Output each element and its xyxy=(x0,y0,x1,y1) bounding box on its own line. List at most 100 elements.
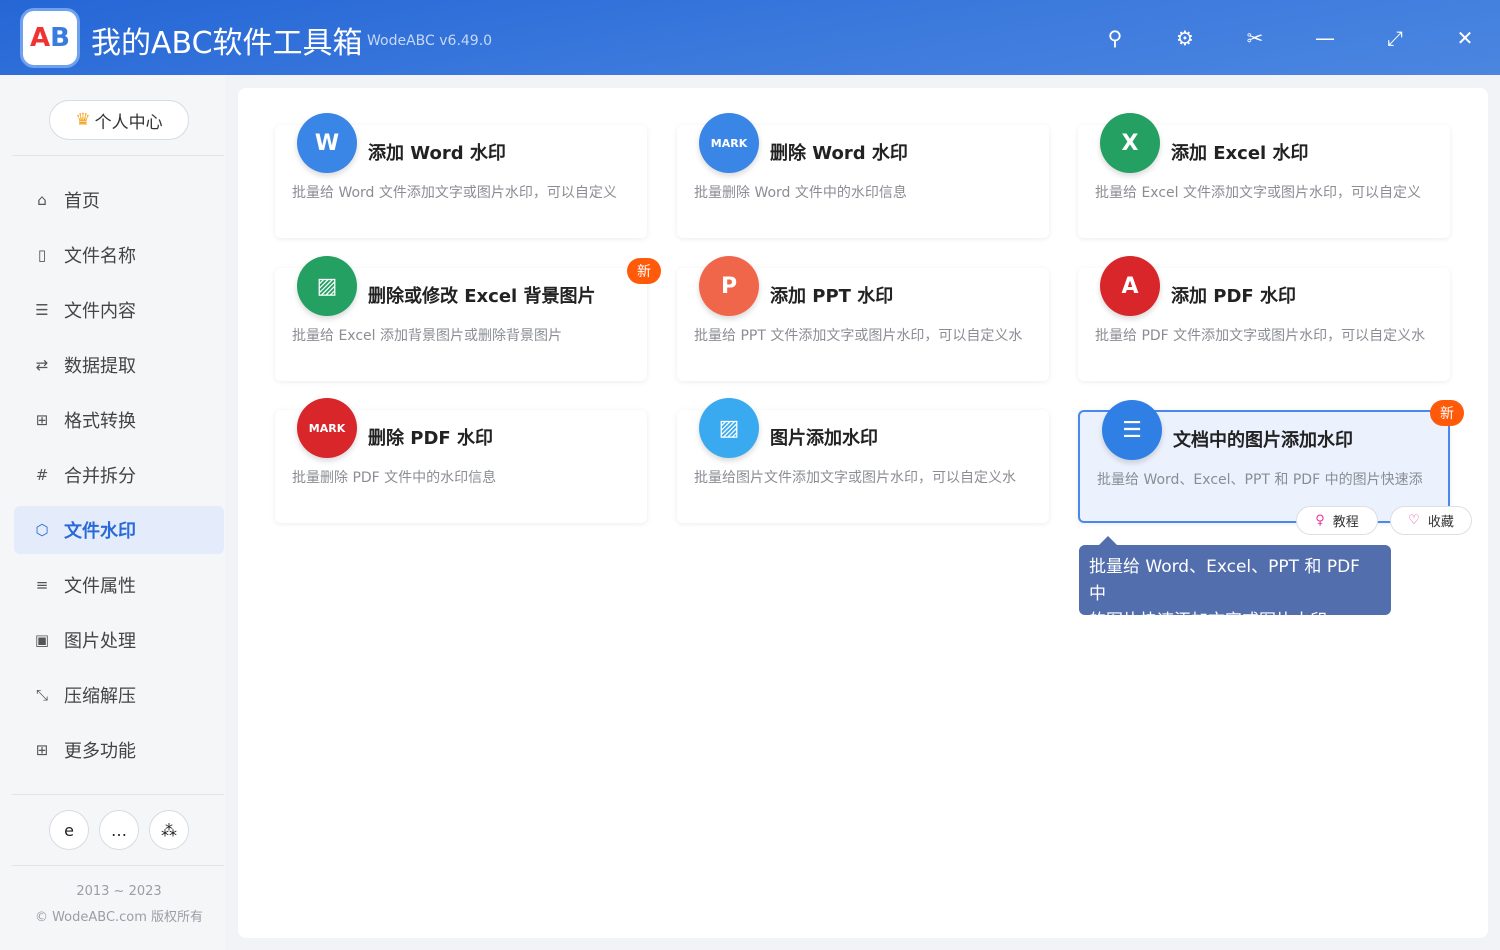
heart-icon: ♡ xyxy=(1408,513,1420,528)
tool-description: 批量给 Word 文件添加文字或图片水印，可以自定义 xyxy=(292,185,617,201)
compress-icon: ⤡ xyxy=(35,686,48,704)
tool-icon: ☰ xyxy=(1102,400,1162,460)
sidebar-item[interactable]: ⬡ 文件水印 xyxy=(14,506,224,554)
tool-description: 批量删除 PDF 文件中的水印信息 xyxy=(292,470,497,486)
sidebar-item[interactable]: ⊞ 更多功能 xyxy=(14,726,224,774)
copyright-years: 2013 ~ 2023 xyxy=(76,884,162,899)
sidebar-item[interactable]: ⇄ 数据提取 xyxy=(14,341,224,389)
more-icon: ⊞ xyxy=(35,741,49,759)
sidebar-item-label: 压缩解压 xyxy=(64,686,136,707)
chat-icon[interactable]: … xyxy=(99,810,139,850)
tool-icon: P xyxy=(699,256,759,316)
tool-card[interactable]: P 添加 PPT 水印 批量给 PPT 文件添加文字或图片水印，可以自定义水 xyxy=(677,256,1049,381)
tool-card[interactable]: W 添加 Word 水印 批量给 Word 文件添加文字或图片水印，可以自定义 xyxy=(275,113,647,238)
title-bar: AB 我的ABC软件工具箱 WodeABC v6.49.0 ⚲ ⚙ ✂ — ⤢ … xyxy=(0,0,1500,75)
sidebar-item[interactable]: # 合并拆分 xyxy=(14,451,224,499)
tool-icon: X xyxy=(1100,113,1160,173)
sidebar-item-label: 合并拆分 xyxy=(64,466,136,487)
sidebar-item[interactable]: ⤡ 压缩解压 xyxy=(14,671,224,719)
data-extract-icon: ⇄ xyxy=(35,356,49,374)
lightbulb-icon: ♀ xyxy=(1315,513,1325,528)
app-version: WodeABC v6.49.0 xyxy=(367,33,493,49)
favorite-button[interactable]: ♡ 收藏 xyxy=(1390,506,1472,535)
app-title: 我的ABC软件工具箱 xyxy=(91,26,363,61)
tool-card[interactable]: A 添加 PDF 水印 批量给 PDF 文件添加文字或图片水印，可以自定义水 xyxy=(1078,256,1450,381)
tool-card[interactable]: ▨ 图片添加水印 批量给图片文件添加文字或图片水印，可以自定义水 xyxy=(677,398,1049,523)
tutorial-label: 教程 xyxy=(1332,515,1359,530)
file-properties-icon: ≡ xyxy=(35,576,49,594)
sidebar-item[interactable]: ▣ 图片处理 xyxy=(14,616,224,664)
search-icon[interactable]: ⚲ xyxy=(1101,24,1129,52)
tool-title: 添加 PDF 水印 xyxy=(1171,286,1296,307)
tool-icon: ▨ xyxy=(297,256,357,316)
tool-icon: MARK xyxy=(699,113,759,173)
tool-icon: ▨ xyxy=(699,398,759,458)
tooltip-line: 批量给 Word、Excel、PPT 和 PDF 中 xyxy=(1089,557,1360,604)
sidebar-item-label: 文件水印 xyxy=(64,521,136,542)
user-center-button[interactable]: ♛ 个人中心 xyxy=(49,100,189,140)
file-content-icon: ☰ xyxy=(35,301,49,319)
tooltip-line: 的图片快速添加文字或图片水印 xyxy=(1089,611,1327,631)
sidebar-item[interactable]: ⌂ 首页 xyxy=(14,176,224,224)
tool-description: 批量给 Word、Excel、PPT 和 PDF 中的图片快速添 xyxy=(1097,472,1423,488)
sidebar-item[interactable]: ☰ 文件内容 xyxy=(14,286,224,334)
tool-icon: MARK xyxy=(297,398,357,458)
tool-icon: W xyxy=(297,113,357,173)
tool-title: 删除 PDF 水印 xyxy=(368,428,493,449)
app-logo: AB xyxy=(20,8,80,68)
crown-icon: ♛ xyxy=(75,110,91,130)
tool-title: 添加 Excel 水印 xyxy=(1171,143,1309,164)
sidebar-item-label: 图片处理 xyxy=(64,631,136,652)
maximize-icon[interactable]: ⤢ xyxy=(1381,24,1409,52)
tool-card[interactable]: ▨ 删除或修改 Excel 背景图片 批量给 Excel 添加背景图片或删除背景… xyxy=(275,256,647,381)
tool-description: 批量给 PPT 文件添加文字或图片水印，可以自定义水 xyxy=(694,328,1023,344)
tool-card[interactable]: ☰ 文档中的图片添加水印 批量给 Word、Excel、PPT 和 PDF 中的… xyxy=(1078,400,1450,523)
tool-description: 批量删除 Word 文件中的水印信息 xyxy=(694,185,907,201)
tool-description: 批量给 Excel 添加背景图片或删除背景图片 xyxy=(292,328,562,344)
home-icon: ⌂ xyxy=(37,191,47,209)
tool-description: 批量给 PDF 文件添加文字或图片水印，可以自定义水 xyxy=(1095,328,1426,344)
new-badge: 新 xyxy=(627,258,661,284)
tool-title: 文档中的图片添加水印 xyxy=(1173,430,1353,451)
sidebar-item[interactable]: ≡ 文件属性 xyxy=(14,561,224,609)
gear-icon[interactable]: ⚙ xyxy=(1171,24,1199,52)
sidebar-item-label: 文件名称 xyxy=(64,246,136,267)
copyright: © WodeABC.com 版权所有 xyxy=(34,910,204,925)
favorite-label: 收藏 xyxy=(1427,515,1454,530)
browser-icon[interactable]: e xyxy=(49,810,89,850)
sidebar-item-label: 文件属性 xyxy=(64,576,136,597)
tooltip: 批量给 Word、Excel、PPT 和 PDF 中 的图片快速添加文字或图片水… xyxy=(1079,536,1391,631)
minimize-icon[interactable]: — xyxy=(1311,24,1339,52)
tool-description: 批量给 Excel 文件添加文字或图片水印，可以自定义 xyxy=(1095,185,1421,201)
sidebar-item-label: 首页 xyxy=(64,191,100,212)
sidebar-item-label: 数据提取 xyxy=(64,356,136,377)
new-badge: 新 xyxy=(1430,400,1464,426)
watermark-icon: ⬡ xyxy=(35,521,49,539)
user-center-label: 个人中心 xyxy=(94,112,163,133)
file-name-icon: ▯ xyxy=(37,246,47,264)
tutorial-button[interactable]: ♀ 教程 xyxy=(1296,506,1378,535)
format-convert-icon: ⊞ xyxy=(35,411,49,429)
sidebar-item-label: 文件内容 xyxy=(64,301,136,322)
tool-title: 删除 Word 水印 xyxy=(770,143,908,164)
tool-title: 图片添加水印 xyxy=(770,428,878,449)
sidebar-item[interactable]: ⊞ 格式转换 xyxy=(14,396,224,444)
merge-split-icon: # xyxy=(35,466,49,484)
tool-icon: A xyxy=(1100,256,1160,316)
sidebar-item[interactable]: ▯ 文件名称 xyxy=(14,231,224,279)
network-icon[interactable]: ⁂ xyxy=(149,810,189,850)
sidebar-item-label: 更多功能 xyxy=(64,741,136,762)
divider xyxy=(12,794,224,795)
divider xyxy=(12,155,224,156)
tool-card[interactable]: MARK 删除 Word 水印 批量删除 Word 文件中的水印信息 xyxy=(677,113,1049,238)
tool-title: 添加 Word 水印 xyxy=(368,143,506,164)
close-icon[interactable]: ✕ xyxy=(1451,24,1479,52)
tool-card[interactable]: X 添加 Excel 水印 批量给 Excel 文件添加文字或图片水印，可以自定… xyxy=(1078,113,1450,238)
sidebar: ♛ 个人中心 ⌂ 首页 ▯ 文件名称 ☰ 文件内容 ⇄ 数据提取 ⊞ 格式转换 # 合并拆分 ⬡ 文件水印 ≡… xyxy=(0,75,225,950)
tool-card[interactable]: MARK 删除 PDF 水印 批量删除 PDF 文件中的水印信息 xyxy=(275,398,647,523)
divider xyxy=(12,865,224,866)
image-icon: ▣ xyxy=(34,631,50,649)
scissors-icon[interactable]: ✂ xyxy=(1241,24,1269,52)
tool-title: 添加 PPT 水印 xyxy=(770,286,894,307)
tool-title: 删除或修改 Excel 背景图片 xyxy=(368,286,596,307)
